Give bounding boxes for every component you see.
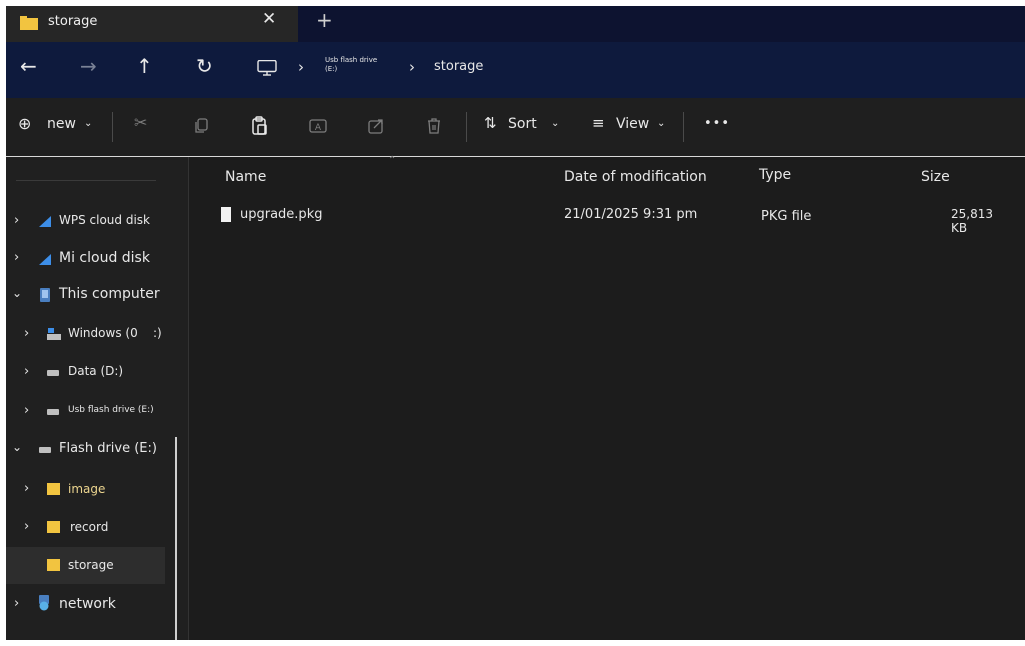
toolbar-divider	[466, 112, 467, 142]
breadcrumb-storage[interactable]: storage	[434, 59, 483, 74]
chevron-right-icon[interactable]: ›	[14, 250, 19, 265]
sidebar-item-label: network	[59, 596, 116, 612]
breadcrumb-chevron-icon[interactable]: ›	[298, 58, 304, 76]
address-bar: ← → ↑ ↻ › Usb flash drive (E:) › storage	[6, 42, 1025, 98]
wps-cloud-icon	[39, 216, 51, 227]
chevron-right-icon[interactable]: ›	[14, 596, 19, 611]
file-name: upgrade.pkg	[240, 207, 323, 222]
sidebar-item-label: Flash drive (E:)	[59, 441, 157, 456]
sidebar-scrollbar[interactable]	[175, 437, 177, 640]
breadcrumb-chevron-icon[interactable]: ›	[409, 58, 415, 76]
toolbar-divider	[112, 112, 113, 142]
chevron-right-icon[interactable]: ›	[24, 519, 29, 534]
sidebar-item-this-computer[interactable]: ⌄ This computer	[6, 278, 178, 312]
command-bar: ⊕ new ⌄ ✂ A ⇅ Sort ⌄ ≡ View ⌄ •••	[6, 98, 1025, 157]
breadcrumb-drive[interactable]: Usb flash drive (E:)	[325, 56, 377, 74]
column-header-name[interactable]: Name	[225, 169, 266, 185]
forward-arrow-icon[interactable]: →	[80, 54, 97, 78]
sidebar-item-record[interactable]: › record	[6, 510, 178, 544]
share-icon[interactable]	[366, 116, 386, 136]
svg-text:A: A	[315, 123, 322, 133]
file-list: ⌃ Name Date of modification Type Size up…	[189, 155, 1025, 640]
sidebar-item-wps-cloud-disk[interactable]: › WPS cloud disk	[6, 204, 178, 238]
sidebar-divider	[16, 180, 156, 181]
sidebar-item-label: image	[68, 482, 106, 496]
sidebar-item-usb-flash-drive[interactable]: › Usb flash drive (E:)	[6, 394, 178, 428]
sidebar-item-label: Mi cloud disk	[59, 250, 150, 266]
column-header-date[interactable]: Date of modification	[564, 169, 707, 185]
close-tab-icon[interactable]: ✕	[262, 9, 276, 29]
new-tab-button[interactable]: +	[316, 8, 333, 32]
navigation-pane: › WPS cloud disk › Mi cloud disk ⌄ This …	[6, 157, 188, 640]
chevron-right-icon[interactable]: ›	[24, 364, 29, 379]
sidebar-item-label: storage	[68, 558, 114, 572]
chevron-down-icon[interactable]: ⌄	[12, 440, 22, 454]
windows-drive-icon	[47, 328, 61, 340]
chevron-down-icon[interactable]: ⌄	[84, 118, 92, 129]
new-button[interactable]: new	[47, 116, 76, 132]
chevron-right-icon[interactable]: ›	[24, 403, 29, 418]
drive-icon	[47, 409, 59, 415]
folder-icon	[47, 559, 60, 571]
file-date: 21/01/2025 9:31 pm	[564, 207, 698, 222]
drive-icon	[47, 370, 59, 376]
tab-title: storage	[48, 14, 98, 29]
tab-storage[interactable]: storage ✕	[6, 6, 298, 42]
sidebar-item-label: WPS cloud disk	[59, 213, 150, 227]
new-plus-icon[interactable]: ⊕	[18, 114, 31, 133]
paste-icon[interactable]	[250, 116, 270, 136]
sidebar-item-mi-cloud-disk[interactable]: › Mi cloud disk	[6, 242, 178, 276]
column-header-size[interactable]: Size	[921, 169, 950, 185]
mi-cloud-icon	[39, 254, 51, 265]
more-options-icon[interactable]: •••	[704, 116, 730, 131]
rename-icon[interactable]: A	[308, 116, 328, 136]
breadcrumb-drive-letter: (E:)	[325, 65, 338, 73]
chevron-down-icon[interactable]: ⌄	[657, 118, 665, 129]
chevron-right-icon[interactable]: ›	[14, 213, 19, 228]
delete-icon[interactable]	[424, 116, 444, 136]
file-icon	[221, 207, 231, 222]
back-arrow-icon[interactable]: ←	[20, 54, 37, 78]
drive-icon	[39, 447, 51, 453]
sidebar-item-data-drive[interactable]: › Data (D:)	[6, 355, 178, 389]
computer-icon[interactable]	[256, 60, 278, 76]
sidebar-item-label: This computer	[59, 286, 160, 302]
chevron-right-icon[interactable]: ›	[24, 326, 29, 341]
title-bar: storage ✕ +	[6, 6, 1025, 42]
breadcrumb-drive-label: Usb flash drive	[325, 56, 378, 64]
column-header-type[interactable]: Type	[759, 167, 791, 183]
copy-icon[interactable]	[192, 116, 212, 136]
cut-icon[interactable]: ✂	[134, 113, 147, 132]
view-icon[interactable]: ≡	[592, 114, 605, 132]
sidebar-item-label: record	[70, 520, 109, 534]
folder-icon	[47, 483, 60, 495]
collapse-caret-icon[interactable]: ⌃	[388, 155, 396, 166]
sidebar-item-label: Usb flash drive (E:)	[68, 405, 154, 415]
folder-icon	[47, 521, 60, 533]
view-button[interactable]: View	[616, 116, 649, 132]
file-explorer-window: storage ✕ + ← → ↑ ↻ › Usb flash drive (E…	[6, 6, 1025, 640]
chevron-down-icon[interactable]: ⌄	[12, 286, 22, 300]
network-icon	[39, 595, 49, 611]
sidebar-item-network[interactable]: › network	[6, 588, 178, 622]
computer-icon	[40, 288, 50, 302]
sidebar-item-image[interactable]: › image	[6, 472, 178, 506]
sidebar-item-flash-drive[interactable]: ⌄ Flash drive (E:)	[6, 432, 178, 466]
toolbar-divider	[683, 112, 684, 142]
up-arrow-icon[interactable]: ↑	[136, 54, 153, 78]
file-row[interactable]: upgrade.pkg 21/01/2025 9:31 pm PKG file …	[209, 199, 1009, 235]
file-size: 25,813 KB	[951, 207, 993, 235]
chevron-down-icon[interactable]: ⌄	[551, 118, 559, 129]
sidebar-item-storage[interactable]: storage	[6, 547, 165, 584]
sidebar-item-windows-drive[interactable]: › Windows (0 :)	[6, 317, 178, 351]
sidebar-item-label: Data (D:)	[68, 364, 124, 378]
file-type: PKG file	[761, 209, 812, 224]
sort-button[interactable]: Sort	[508, 116, 537, 132]
sort-icon[interactable]: ⇅	[484, 114, 497, 132]
chevron-right-icon[interactable]: ›	[24, 481, 29, 496]
sidebar-item-label: Windows (0 :)	[68, 326, 162, 340]
folder-icon	[20, 16, 38, 30]
refresh-icon[interactable]: ↻	[196, 54, 213, 78]
